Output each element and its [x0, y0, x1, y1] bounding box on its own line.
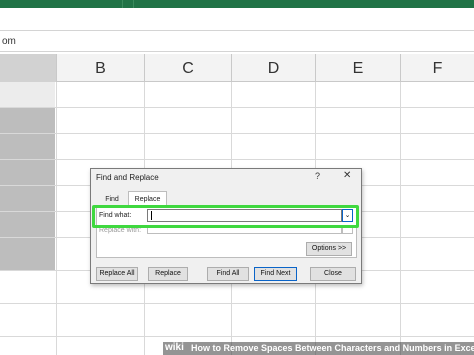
column-line: [56, 82, 57, 355]
column-header-b[interactable]: B: [56, 54, 144, 82]
close-button[interactable]: Close: [310, 267, 356, 281]
close-icon[interactable]: ✕: [343, 170, 351, 181]
column-line: [400, 82, 401, 355]
row-line: [0, 303, 474, 304]
column-header-e[interactable]: E: [315, 54, 400, 82]
replace-all-button[interactable]: Replace All: [96, 267, 138, 281]
options-button[interactable]: Options >>: [306, 242, 352, 256]
row-line: [0, 336, 474, 337]
highlight-box: [92, 205, 359, 228]
row-line: [0, 133, 474, 134]
column-header-d[interactable]: D: [231, 54, 315, 82]
find-replace-dialog: Find and Replace ? ✕ Find Replace Find w…: [90, 168, 362, 284]
column-header-c[interactable]: C: [144, 54, 231, 82]
help-icon[interactable]: ?: [315, 171, 320, 181]
find-next-button[interactable]: Find Next: [254, 267, 297, 281]
row-line: [0, 107, 474, 108]
find-all-button[interactable]: Find All: [207, 267, 249, 281]
replace-button[interactable]: Replace: [148, 267, 188, 281]
active-cell[interactable]: [0, 82, 55, 107]
column-header-a[interactable]: [0, 54, 56, 82]
watermark-brand: wiki: [165, 342, 184, 353]
watermark-text: How to Remove Spaces Between Characters …: [191, 343, 474, 353]
ribbon-separator: [122, 0, 123, 8]
formula-bar-text: om: [2, 36, 16, 47]
formula-bar[interactable]: om: [0, 30, 474, 52]
column-header-row: B C D E F: [0, 54, 474, 82]
ribbon-strip: [0, 0, 474, 8]
row-line: [0, 159, 474, 160]
replace-with-label: Replace with:: [99, 227, 142, 234]
selected-column-cells[interactable]: [0, 82, 55, 270]
column-header-f[interactable]: F: [400, 54, 474, 82]
wikihow-watermark: wiki How to Remove Spaces Between Charac…: [163, 342, 474, 355]
dialog-title: Find and Replace: [96, 173, 159, 182]
ribbon-separator: [133, 0, 134, 8]
